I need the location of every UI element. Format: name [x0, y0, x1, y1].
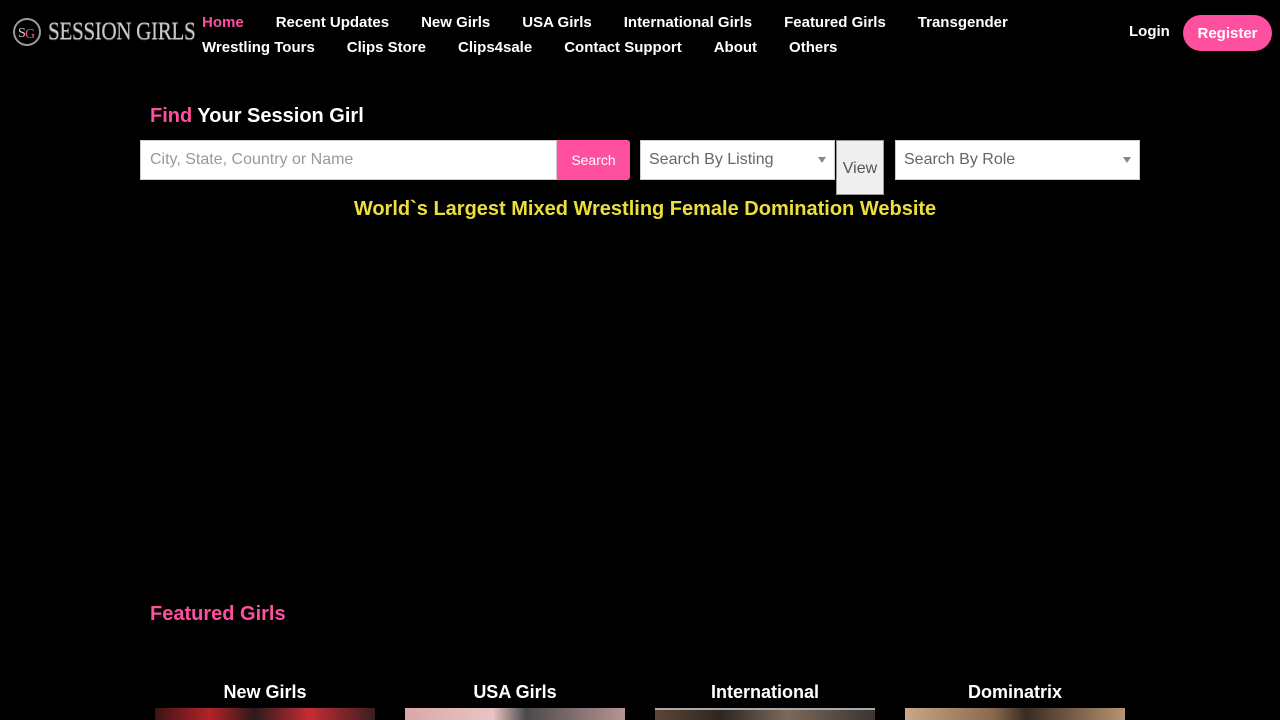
nav-row-2: Wrestling Tours Clips Store Clips4sale C… [186, 35, 1066, 60]
nav-contact-support[interactable]: Contact Support [548, 39, 698, 56]
listing-select-value: Search By Listing [649, 151, 774, 168]
nav-row-1: Home Recent Updates New Girls USA Girls … [186, 10, 1066, 35]
login-link[interactable]: Login [1129, 23, 1170, 40]
nav-home[interactable]: Home [186, 14, 260, 31]
nav-clips4sale[interactable]: Clips4sale [442, 39, 548, 56]
nav-recent-updates[interactable]: Recent Updates [260, 14, 405, 31]
search-button[interactable]: Search [557, 140, 630, 180]
category-thumbnail[interactable] [655, 708, 875, 720]
role-caret-icon [1123, 157, 1131, 163]
find-heading-rest: Your Session Girl [197, 105, 364, 127]
category-title[interactable]: Dominatrix [905, 682, 1125, 708]
category-card-usa-girls[interactable]: USA Girls [405, 682, 625, 720]
nav-featured-girls[interactable]: Featured Girls [768, 14, 902, 31]
svg-text:G: G [25, 27, 35, 42]
category-title[interactable]: USA Girls [405, 682, 625, 708]
category-thumbnail[interactable] [405, 708, 625, 720]
logo-text: SESSION GIRLS [48, 18, 196, 45]
nav-clips-store[interactable]: Clips Store [331, 39, 442, 56]
page: S G SESSION GIRLS Home Recent Updates Ne… [0, 0, 1280, 720]
register-button[interactable]: Register [1183, 15, 1272, 51]
listing-select[interactable]: Search By Listing [640, 140, 835, 180]
site-tagline: World`s Largest Mixed Wrestling Female D… [353, 198, 937, 220]
category-thumbnail[interactable] [905, 708, 1125, 720]
search-input[interactable] [140, 140, 557, 180]
main-nav: Home Recent Updates New Girls USA Girls … [186, 10, 1066, 60]
category-card-dominatrix[interactable]: Dominatrix [905, 682, 1125, 720]
listing-caret-icon [818, 157, 826, 163]
nav-wrestling-tours[interactable]: Wrestling Tours [186, 39, 331, 56]
find-heading-accent: Find [150, 105, 193, 127]
role-select-value: Search By Role [904, 151, 1016, 168]
role-select[interactable]: Search By Role [895, 140, 1140, 180]
find-heading: Find Your Session Girl [150, 105, 364, 128]
nav-international-girls[interactable]: International Girls [608, 14, 768, 31]
nav-others[interactable]: Others [773, 39, 853, 56]
nav-about[interactable]: About [698, 39, 773, 56]
category-title[interactable]: International [655, 682, 875, 708]
nav-transgender[interactable]: Transgender [902, 14, 1024, 31]
featured-heading: Featured Girls [150, 603, 286, 625]
nav-usa-girls[interactable]: USA Girls [506, 14, 607, 31]
category-card-new-girls[interactable]: New Girls [155, 682, 375, 720]
logo-monogram-icon: S G [13, 18, 41, 46]
category-title[interactable]: New Girls [155, 682, 375, 708]
view-button[interactable]: View [836, 140, 884, 195]
category-thumbnail[interactable] [155, 708, 375, 720]
category-card-international[interactable]: International [655, 682, 875, 720]
nav-new-girls[interactable]: New Girls [405, 14, 506, 31]
